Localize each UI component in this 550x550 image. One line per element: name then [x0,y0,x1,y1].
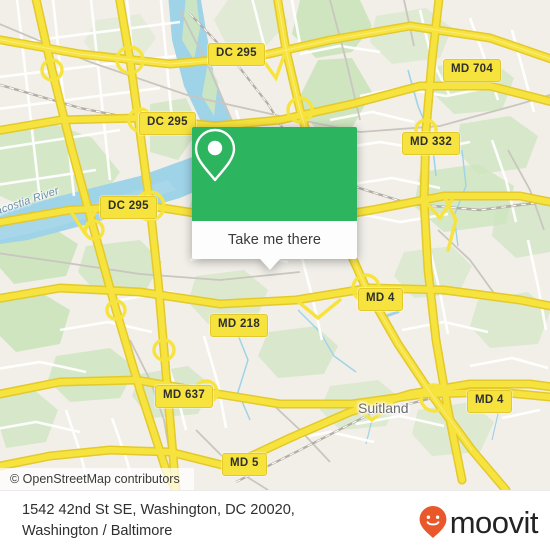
shield-md-332[interactable]: MD 332 [402,132,461,155]
shield-md-218[interactable]: MD 218 [210,314,269,337]
popup-tail [260,259,280,270]
address-line-2: Washington / Baltimore [22,523,173,539]
map-popup[interactable]: Take me there [192,127,357,270]
footer-bar: 1542 42nd St SE, Washington, DC 20020, W… [0,490,550,550]
shield-dc-295-c[interactable]: DC 295 [100,196,157,219]
shield-md-637[interactable]: MD 637 [155,385,214,408]
shield-md-704[interactable]: MD 704 [443,59,502,82]
take-me-there-button[interactable]: Take me there [228,232,321,248]
popup-action-bar[interactable]: Take me there [192,221,357,259]
address-block: 1542 42nd St SE, Washington, DC 20020, W… [22,500,372,541]
shield-md-4-b[interactable]: MD 4 [467,390,512,413]
map-canvas[interactable]: acostia River Suitland DC 295 DC 295 DC … [0,0,550,490]
osm-attribution[interactable]: © OpenStreetMap contributors [0,468,194,490]
shield-dc-295-b[interactable]: DC 295 [139,112,196,135]
place-label-suitland: Suitland [358,400,409,416]
address-line-1: 1542 42nd St SE, Washington, DC 20020, [22,502,295,519]
shield-dc-295-a[interactable]: DC 295 [208,43,265,66]
moovit-logo[interactable]: moovit [418,504,539,540]
shield-md-5[interactable]: MD 5 [222,453,267,476]
moovit-pin-icon [419,506,447,538]
shield-md-4-a[interactable]: MD 4 [358,288,403,311]
map-pin-icon [194,128,236,182]
moovit-wordmark: moovit [449,504,539,540]
popup-image-area [192,127,357,221]
moovit-map-screenshot: acostia River Suitland DC 295 DC 295 DC … [0,0,550,550]
